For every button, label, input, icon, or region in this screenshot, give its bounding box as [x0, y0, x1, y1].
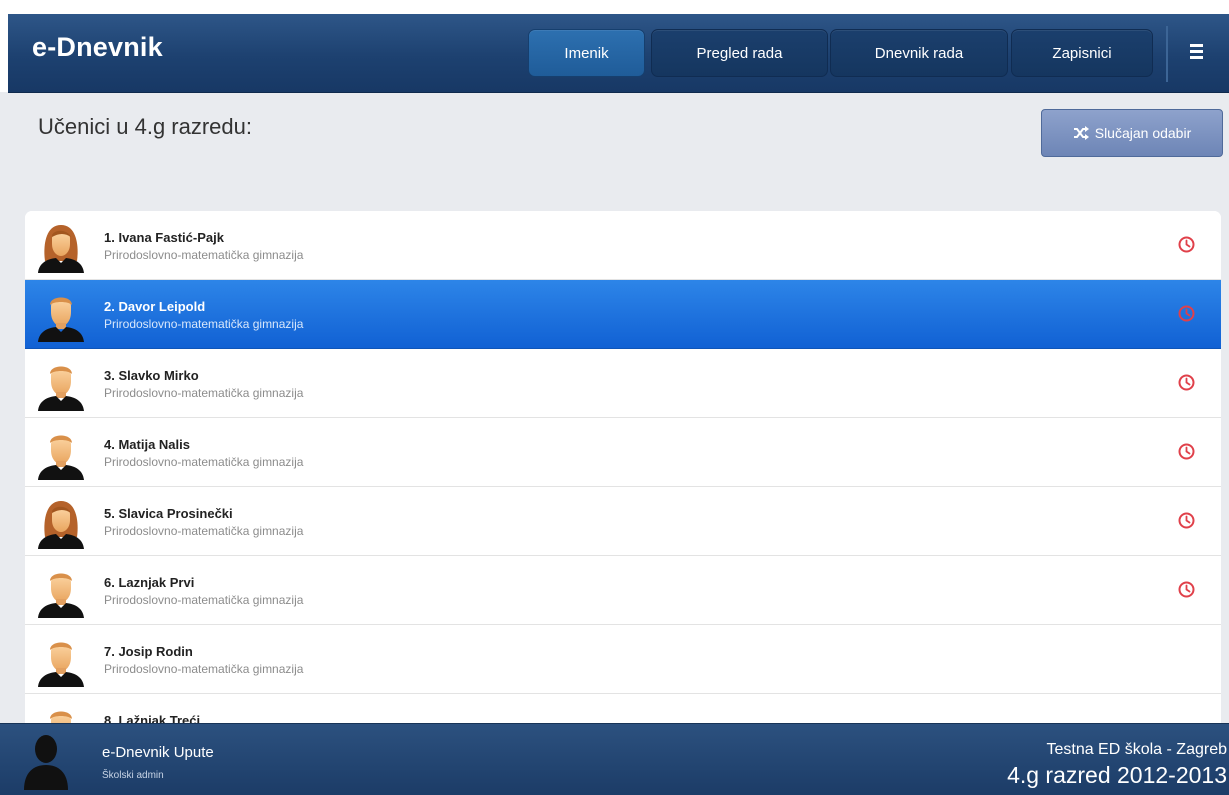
top-bar-inner: e-Dnevnik Imenik Pregled rada Dnevnik ra… — [8, 14, 1229, 93]
student-name: 6. Laznjak Prvi — [104, 575, 195, 590]
student-school: Prirodoslovno-matematička gimnazija — [104, 248, 304, 262]
student-name: 8. Lažnjak Treći — [104, 713, 201, 723]
student-name: 4. Matija Nalis — [104, 437, 190, 452]
clock-icon[interactable] — [1178, 236, 1195, 253]
random-selection-label: Slučajan odabir — [1094, 125, 1192, 141]
student-list: 1. Ivana Fastić-Pajk Prirodoslovno-matem… — [25, 211, 1221, 723]
male-avatar-icon — [50, 711, 72, 723]
clock-icon[interactable] — [1178, 581, 1195, 598]
student-school: Prirodoslovno-matematička gimnazija — [104, 455, 304, 469]
student-name: 2. Davor Leipold — [104, 299, 206, 314]
student-row-3[interactable]: 3. Slavko Mirko Prirodoslovno-matematičk… — [25, 349, 1221, 418]
hamburger-icon[interactable] — [1174, 34, 1224, 74]
footer-class-label: 4.g razred 2012-2013 — [1007, 762, 1227, 788]
female-avatar-icon — [38, 501, 84, 549]
male-avatar-icon — [38, 297, 84, 342]
student-row-6[interactable]: 6. Laznjak Prvi Prirodoslovno-matematičk… — [25, 556, 1221, 625]
female-avatar-icon — [38, 225, 84, 273]
tab-imenik[interactable]: Imenik — [528, 29, 645, 77]
male-avatar-icon — [38, 366, 84, 411]
footer-user-name[interactable]: e-Dnevnik Upute — [102, 744, 214, 761]
app-title: e-Dnevnik — [32, 32, 163, 62]
male-avatar-icon — [38, 573, 84, 618]
student-name: 7. Josip Rodin — [104, 644, 193, 659]
student-row-2[interactable]: 2. Davor Leipold Prirodoslovno-matematič… — [25, 280, 1221, 349]
tab-dnevnik-rada[interactable]: Dnevnik rada — [830, 29, 1008, 77]
user-avatar-icon[interactable] — [22, 730, 70, 790]
clock-icon[interactable] — [1178, 512, 1195, 529]
tab-pregled-rada[interactable]: Pregled rada — [651, 29, 828, 77]
student-name: 1. Ivana Fastić-Pajk — [104, 230, 224, 245]
student-row-1[interactable]: 1. Ivana Fastić-Pajk Prirodoslovno-matem… — [25, 211, 1221, 280]
student-school: Prirodoslovno-matematička gimnazija — [104, 524, 304, 538]
student-name: 3. Slavko Mirko — [104, 368, 199, 383]
student-school: Prirodoslovno-matematička gimnazija — [104, 662, 304, 676]
clock-icon[interactable] — [1178, 305, 1195, 322]
student-school: Prirodoslovno-matematička gimnazija — [104, 593, 304, 607]
footer-user-role: Školski admin — [102, 770, 164, 781]
top-bar: e-Dnevnik Imenik Pregled rada Dnevnik ra… — [0, 0, 1229, 93]
page-title: Učenici u 4.g razredu: — [38, 114, 252, 139]
menu-divider — [1166, 26, 1168, 82]
student-school: Prirodoslovno-matematička gimnazija — [104, 386, 304, 400]
male-avatar-icon — [38, 435, 84, 480]
student-row-7[interactable]: 7. Josip Rodin Prirodoslovno-matematička… — [25, 625, 1221, 694]
student-school: Prirodoslovno-matematička gimnazija — [104, 317, 304, 331]
tab-zapisnici[interactable]: Zapisnici — [1011, 29, 1153, 77]
male-avatar-icon — [38, 642, 84, 687]
clock-icon[interactable] — [1178, 443, 1195, 460]
shuffle-icon — [1073, 126, 1089, 140]
student-row-8[interactable]: 8. Lažnjak Treći Prirodoslovno-matematič… — [25, 694, 1221, 723]
student-name: 5. Slavica Prosinečki — [104, 506, 233, 521]
clock-icon[interactable] — [1178, 374, 1195, 391]
student-row-5[interactable]: 5. Slavica Prosinečki Prirodoslovno-mate… — [25, 487, 1221, 556]
student-row-4[interactable]: 4. Matija Nalis Prirodoslovno-matematičk… — [25, 418, 1221, 487]
footer-school-name: Testna ED škola - Zagreb — [1046, 741, 1227, 758]
random-selection-button[interactable]: Slučajan odabir — [1041, 109, 1223, 157]
footer-bar: e-Dnevnik Upute Školski admin Testna ED … — [0, 723, 1229, 795]
